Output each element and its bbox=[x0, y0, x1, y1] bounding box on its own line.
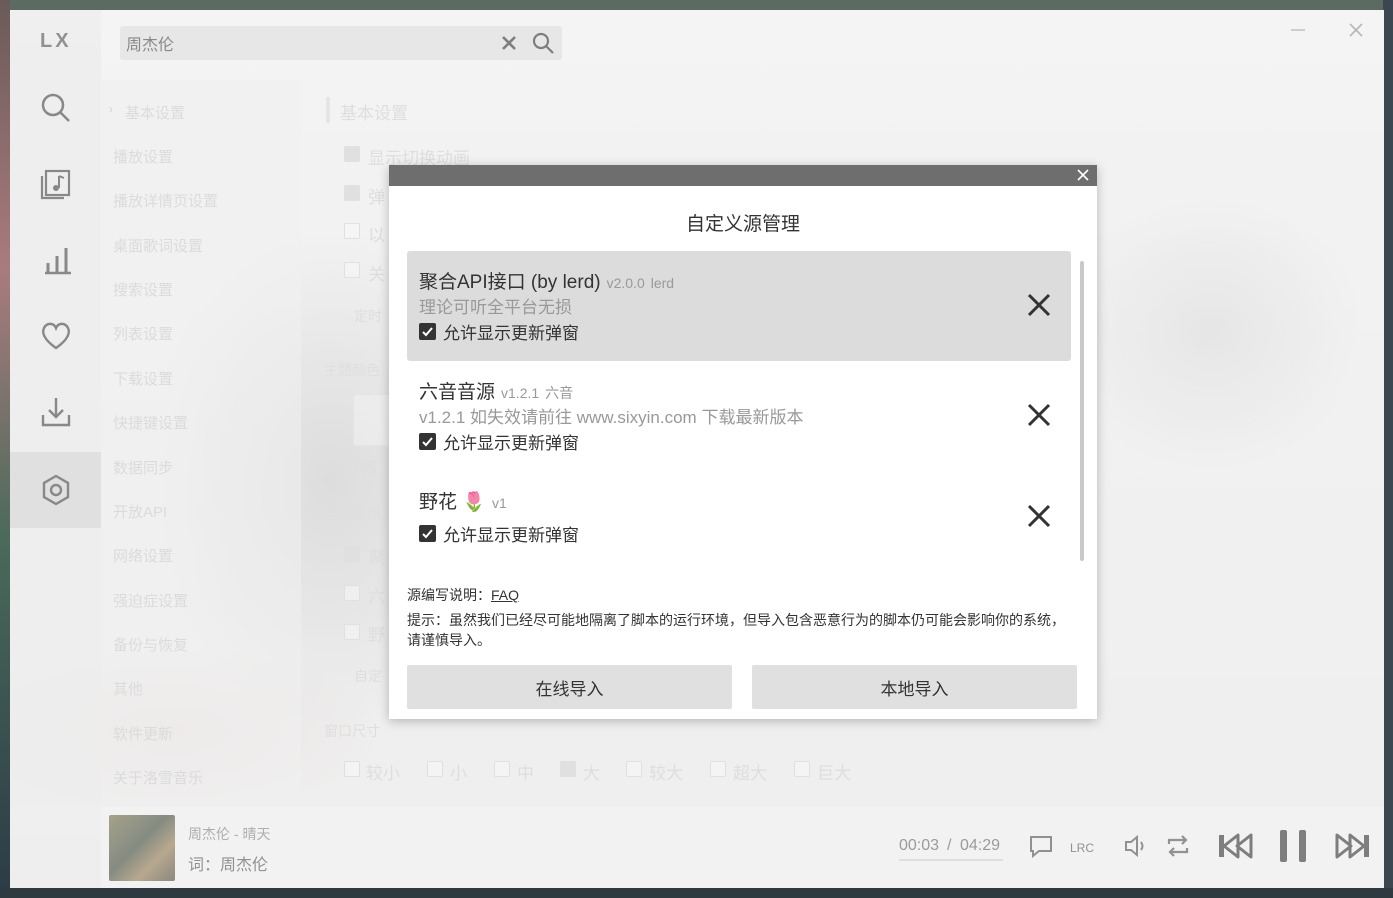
close-icon[interactable] bbox=[1076, 168, 1090, 182]
source-description: 理论可听全平台无损 bbox=[419, 298, 572, 317]
desktop-background-right bbox=[1383, 0, 1393, 898]
source-version: v1 bbox=[491, 495, 507, 511]
source-item[interactable]: 野花 🌷 v1 允许显示更新弹窗 bbox=[407, 471, 1071, 563]
desktop-background-left bbox=[0, 0, 10, 898]
custom-source-modal: 自定义源管理 聚合API接口 (by lerd) v2.0.0 lerd 理论可听全… bbox=[389, 165, 1097, 719]
source-name: 聚合API接口 (by lerd) bbox=[419, 272, 601, 293]
allow-update-checkbox[interactable]: 允许显示更新弹窗 bbox=[419, 319, 579, 344]
source-author: lerd bbox=[650, 275, 675, 291]
delete-source-icon[interactable] bbox=[1025, 502, 1053, 530]
online-import-button[interactable]: 在线导入 bbox=[407, 665, 732, 709]
allow-update-label: 允许显示更新弹窗 bbox=[443, 434, 579, 453]
source-version: v1.2.1 bbox=[501, 385, 540, 401]
source-name: 野花 🌷 bbox=[419, 492, 486, 513]
source-name-row: 野花 🌷 v1 bbox=[419, 487, 507, 514]
source-list: 聚合API接口 (by lerd) v2.0.0 lerd 理论可听全平台无损 允许… bbox=[407, 251, 1071, 551]
checkbox-checked-icon bbox=[419, 525, 436, 542]
faq-link[interactable]: FAQ bbox=[491, 587, 519, 603]
source-item[interactable]: 聚合API接口 (by lerd) v2.0.0 lerd 理论可听全平台无损 允许… bbox=[407, 251, 1071, 361]
allow-update-label: 允许显示更新弹窗 bbox=[443, 526, 579, 545]
checkbox-checked-icon bbox=[419, 433, 436, 450]
source-name-row: 六音音源 v1.2.1 六音 bbox=[419, 377, 573, 404]
source-list-scrollbar[interactable] bbox=[1080, 261, 1084, 561]
source-name: 六音音源 bbox=[419, 382, 496, 403]
delete-source-icon[interactable] bbox=[1025, 291, 1053, 319]
allow-update-checkbox[interactable]: 允许显示更新弹窗 bbox=[419, 521, 579, 546]
source-author: 六音 bbox=[545, 385, 574, 401]
doc-label: 源编写说明： bbox=[407, 587, 491, 603]
allow-update-checkbox[interactable]: 允许显示更新弹窗 bbox=[419, 429, 579, 454]
modal-title: 自定义源管理 bbox=[685, 214, 800, 235]
source-item[interactable]: 六音音源 v1.2.1 六音 v1.2.1 如失效请前往 www.sixyin.co… bbox=[407, 361, 1071, 471]
source-description: v1.2.1 如失效请前往 www.sixyin.com 下载最新版本 bbox=[419, 408, 804, 427]
checkbox-checked-icon bbox=[419, 323, 436, 340]
app-window: LX › 基本设置 播放设置 播放详情页设置 桌面歌词设置 bbox=[10, 10, 1384, 888]
doc-note: 源编写说明：FAQ bbox=[407, 585, 519, 605]
source-version: v2.0.0 bbox=[606, 275, 645, 291]
desktop-background-bottom bbox=[0, 888, 1393, 898]
allow-update-label: 允许显示更新弹窗 bbox=[443, 324, 579, 343]
source-name-row: 聚合API接口 (by lerd) v2.0.0 lerd bbox=[419, 267, 674, 294]
delete-source-icon[interactable] bbox=[1025, 401, 1053, 429]
modal-header-bar bbox=[389, 165, 1097, 186]
security-tip: 提示：虽然我们已经尽可能地隔离了脚本的运行环境，但导入包含恶意行为的脚本仍可能会… bbox=[407, 612, 1065, 648]
local-import-button[interactable]: 本地导入 bbox=[752, 665, 1077, 709]
